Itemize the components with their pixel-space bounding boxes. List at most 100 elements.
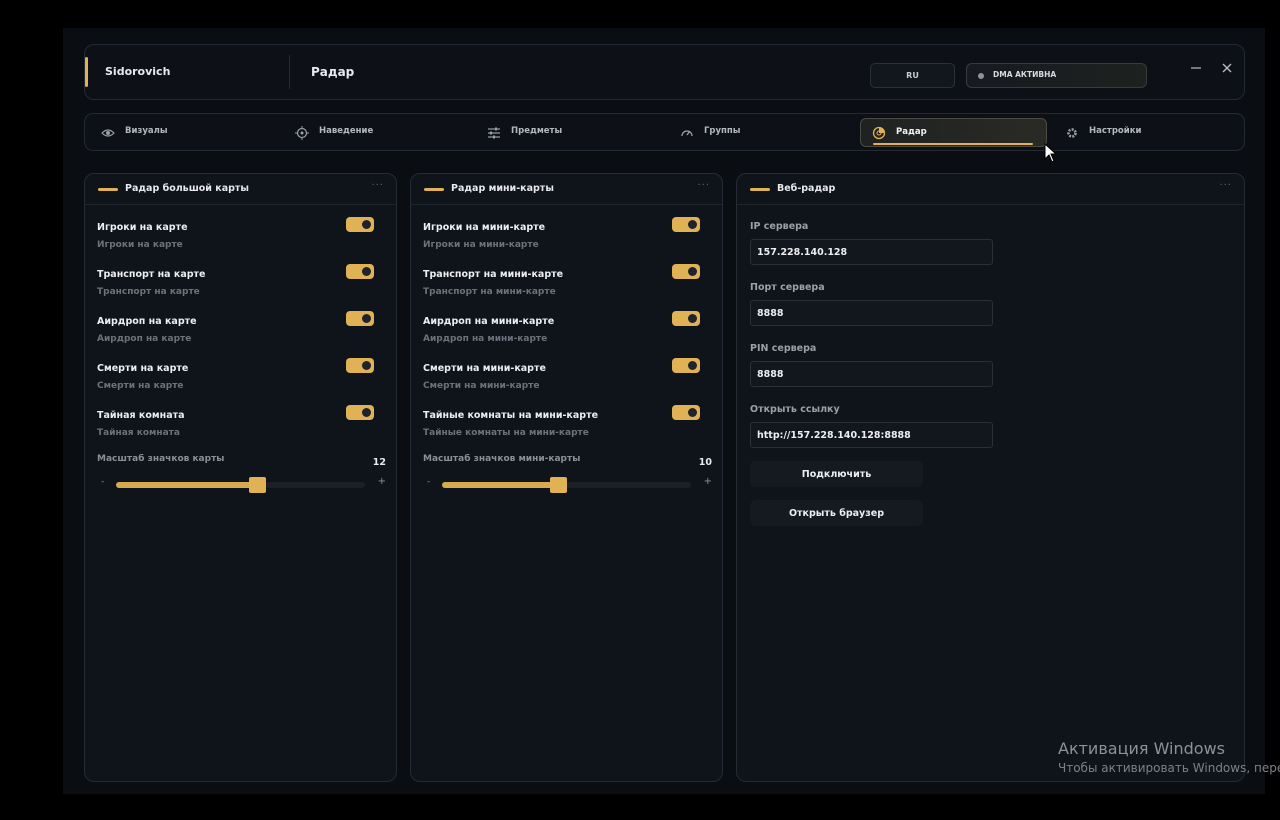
- connect-button[interactable]: Подключить: [750, 461, 923, 487]
- slider-thumb[interactable]: [550, 477, 568, 493]
- toggle-knob: [362, 220, 371, 229]
- windows-activation-watermark: Активация Windows Чтобы активировать Win…: [1058, 739, 1280, 775]
- tab-label: Настройки: [1089, 126, 1142, 136]
- radar-icon: [872, 126, 886, 140]
- gauge-icon: [681, 130, 693, 137]
- toggle-switch[interactable]: [672, 358, 700, 373]
- page-title: Радар: [311, 65, 355, 79]
- scale-value: 12: [372, 457, 386, 468]
- toggle-knob: [688, 408, 697, 417]
- panel-title: Радар мини-карты: [451, 183, 554, 194]
- option-secret-rooms-on-minimap: Тайные комнаты на мини-карте Тайные комн…: [423, 405, 713, 445]
- option-description: Тайная комната: [97, 428, 180, 438]
- slider-fill: [116, 482, 258, 488]
- option-label: Игроки на мини-карте: [423, 222, 546, 233]
- activation-subtitle: Чтобы активировать Windows, перейдите в …: [1058, 761, 1280, 775]
- active-tab-indicator: [873, 143, 1033, 145]
- server-pin-label: PIN сервера: [750, 343, 817, 354]
- minimize-icon: [1191, 67, 1201, 69]
- toggle-switch[interactable]: [346, 264, 374, 279]
- close-icon: [1222, 63, 1232, 73]
- panel-title: Веб-радар: [777, 183, 836, 194]
- toggle-knob: [688, 361, 697, 370]
- crosshair-icon: [295, 126, 309, 140]
- sliders-icon: [488, 127, 500, 139]
- server-ip-label: IP сервера: [750, 221, 809, 232]
- panel-accent: [98, 188, 118, 191]
- scale-slider[interactable]: [442, 477, 691, 493]
- panel-accent: [750, 188, 770, 191]
- toggle-switch[interactable]: [672, 264, 700, 279]
- option-vehicles-on-map: Транспорт на карте Транспорт на карте: [97, 264, 387, 304]
- toggle-switch[interactable]: [672, 405, 700, 420]
- option-description: Тайные комнаты на мини-карте: [423, 428, 589, 438]
- header-divider: [289, 55, 290, 89]
- open-browser-button[interactable]: Открыть браузер: [750, 500, 923, 526]
- eye-icon: [101, 129, 115, 137]
- dma-status-label: DMA АКТИВНА: [993, 70, 1057, 79]
- title-bar: Sidorovich Радар RU DMA АКТИВНА: [84, 44, 1245, 100]
- option-airdrop-on-map: Аирдроп на карте Аирдроп на карте: [97, 311, 387, 351]
- tab-groups[interactable]: Группы: [680, 114, 800, 150]
- decrease-button[interactable]: -: [101, 477, 104, 487]
- open-link-label: Открыть ссылку: [750, 404, 840, 415]
- toggle-switch[interactable]: [346, 405, 374, 420]
- tab-label: Наведение: [319, 126, 374, 136]
- increase-button[interactable]: +: [704, 476, 712, 487]
- increase-button[interactable]: +: [378, 476, 386, 487]
- panel-header: Радар большой карты ···: [85, 174, 396, 205]
- open-link-field[interactable]: [750, 422, 993, 448]
- toggle-switch[interactable]: [672, 311, 700, 326]
- toggle-knob: [688, 267, 697, 276]
- map-icon-scale: Масштаб значков карты 12 - +: [97, 452, 387, 493]
- minimize-button[interactable]: [1185, 59, 1207, 81]
- scale-label: Масштаб значков мини-карты: [423, 454, 581, 464]
- option-players-on-minimap: Игроки на мини-карте Игроки на мини-карт…: [423, 217, 713, 257]
- option-label: Тайная комната: [97, 410, 185, 421]
- toggle-knob: [362, 361, 371, 370]
- toggle-knob: [688, 314, 697, 323]
- tab-aim[interactable]: Наведение: [295, 114, 415, 150]
- more-options-icon[interactable]: ···: [371, 180, 384, 191]
- server-port-field[interactable]: [750, 300, 993, 326]
- gear-icon: [1067, 128, 1077, 138]
- toggle-switch[interactable]: [346, 358, 374, 373]
- mini-map-radar-panel: Радар мини-карты ··· Игроки на мини-карт…: [410, 173, 723, 782]
- app-window: Sidorovich Радар RU DMA АКТИВНА Визуалы …: [63, 28, 1265, 794]
- scale-label: Масштаб значков карты: [97, 454, 225, 464]
- slider-thumb[interactable]: [248, 477, 266, 493]
- option-label: Смерти на карте: [97, 363, 189, 374]
- toggle-switch[interactable]: [672, 217, 700, 232]
- server-pin-field[interactable]: [750, 361, 993, 387]
- more-options-icon[interactable]: ···: [697, 180, 710, 191]
- panel-header: Радар мини-карты ···: [411, 174, 722, 205]
- toggle-knob: [362, 408, 371, 417]
- tab-items[interactable]: Предметы: [487, 114, 607, 150]
- option-label: Аирдроп на мини-карте: [423, 316, 555, 327]
- scale-slider[interactable]: [116, 477, 365, 493]
- toggle-switch[interactable]: [346, 217, 374, 232]
- status-dot-icon: [978, 73, 984, 79]
- panel-accent: [424, 188, 444, 191]
- close-button[interactable]: [1216, 59, 1238, 81]
- minimap-icon-scale: Масштаб значков мини-карты 10 - +: [423, 452, 713, 493]
- option-label: Игроки на карте: [97, 222, 188, 233]
- decrease-button[interactable]: -: [427, 477, 430, 487]
- server-ip-field[interactable]: [750, 239, 993, 265]
- option-description: Аирдроп на карте: [97, 334, 192, 344]
- option-label: Транспорт на карте: [97, 269, 206, 280]
- activation-title: Активация Windows: [1058, 739, 1225, 758]
- tab-settings[interactable]: Настройки: [1065, 114, 1185, 150]
- tab-visuals[interactable]: Визуалы: [101, 114, 221, 150]
- option-description: Игроки на мини-карте: [423, 240, 539, 250]
- option-description: Транспорт на карте: [97, 287, 200, 297]
- more-options-icon[interactable]: ···: [1219, 180, 1232, 191]
- language-button[interactable]: RU: [870, 63, 955, 88]
- big-map-radar-panel: Радар большой карты ··· Игроки на карте …: [84, 173, 397, 782]
- option-description: Аирдроп на мини-карте: [423, 334, 548, 344]
- tab-radar[interactable]: Радар: [860, 118, 1047, 147]
- option-label: Смерти на мини-карте: [423, 363, 546, 374]
- toggle-switch[interactable]: [346, 311, 374, 326]
- mouse-cursor-icon: [1044, 143, 1058, 163]
- option-description: Транспорт на мини-карте: [423, 287, 556, 297]
